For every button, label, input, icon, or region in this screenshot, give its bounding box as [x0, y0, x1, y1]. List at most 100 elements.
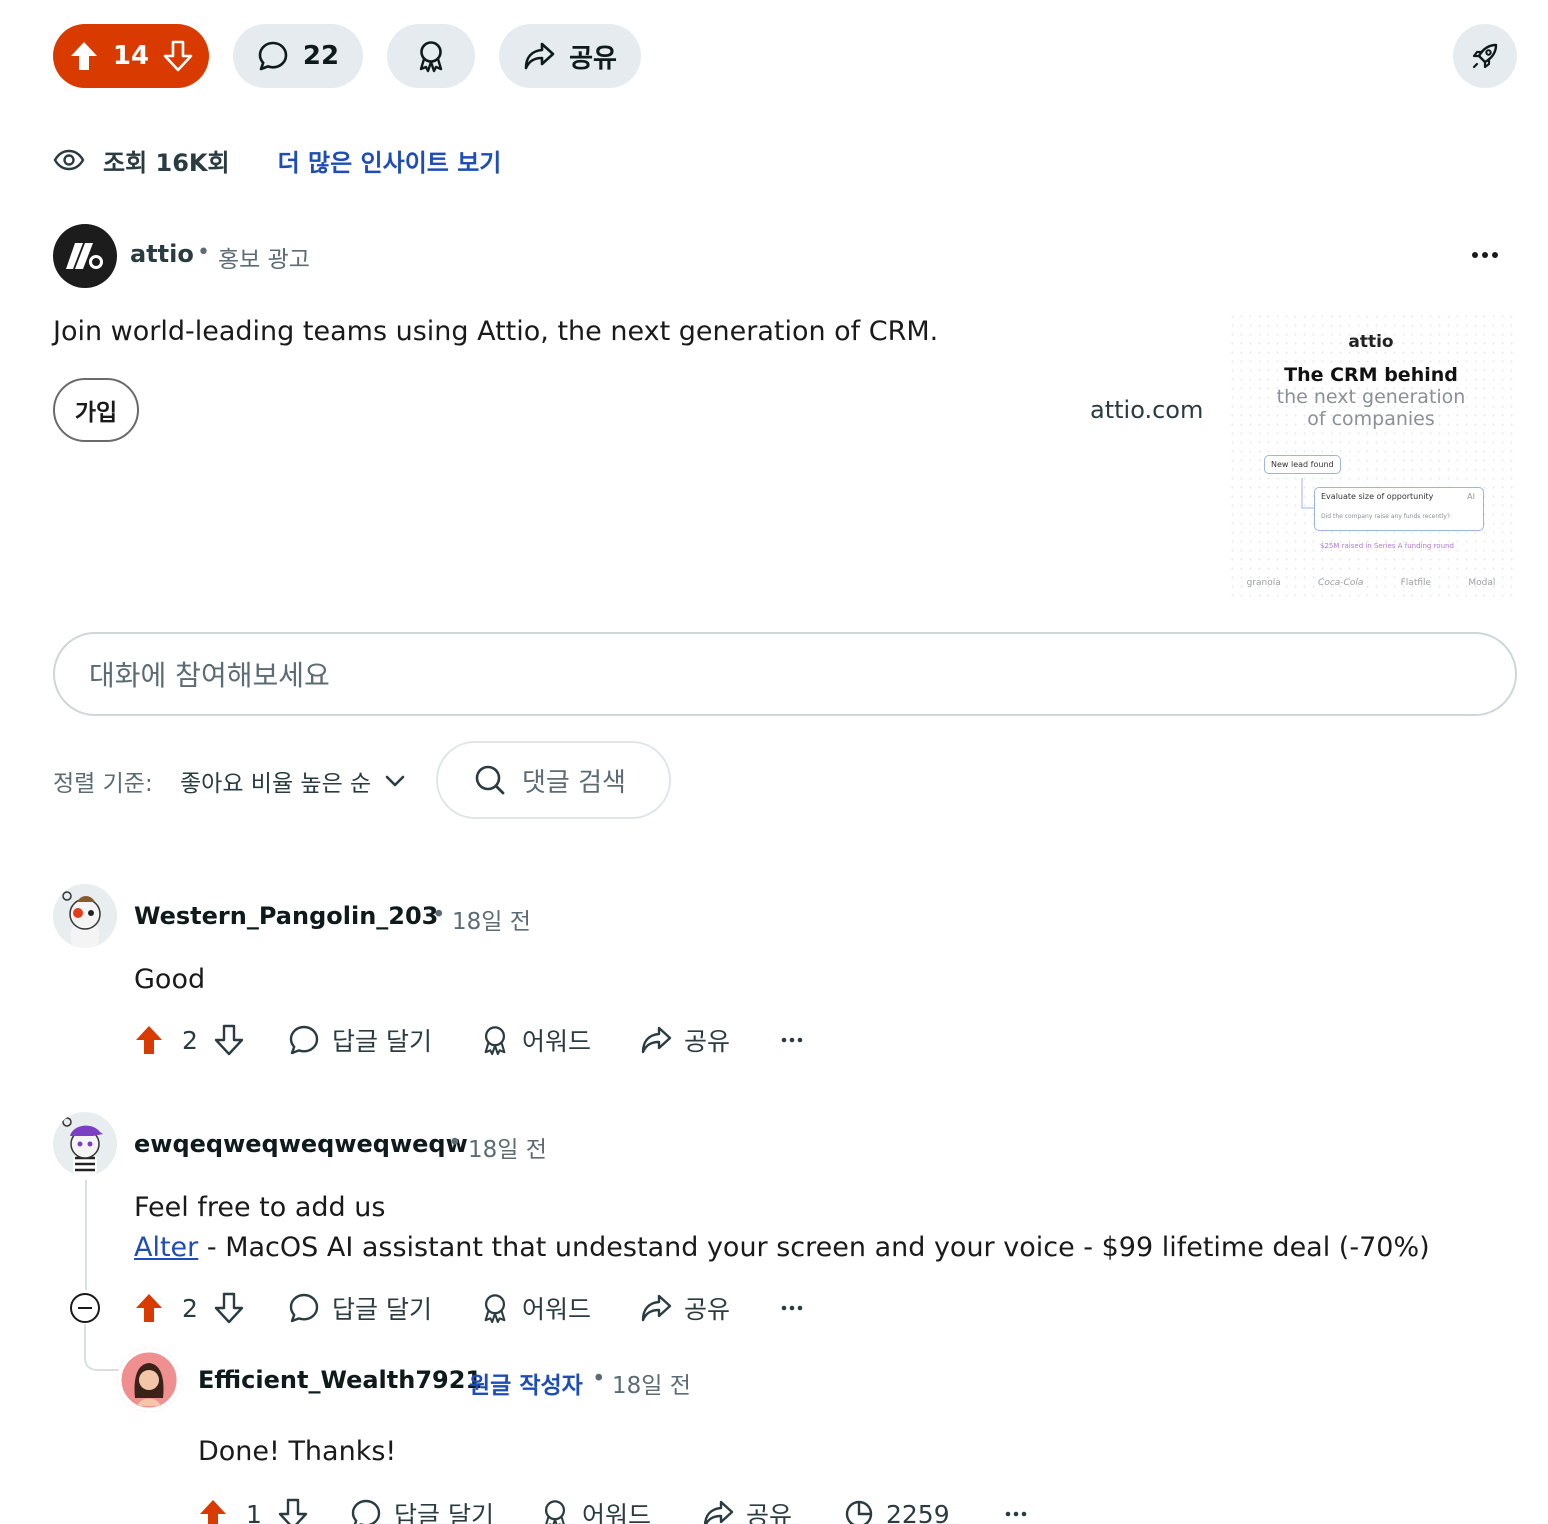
comment-actions: 2 답글 달기 어워드 공유 [134, 1018, 834, 1062]
comments-button[interactable]: 22 [233, 24, 363, 88]
avatar[interactable] [53, 884, 117, 948]
share-icon [523, 41, 555, 71]
share-button[interactable]: 공유 [702, 1492, 792, 1524]
reply-label: 답글 달기 [394, 1501, 494, 1524]
eye-icon [53, 149, 85, 171]
comment-composer-input[interactable]: 대화에 참여해보세요 [53, 632, 1517, 716]
view-count-button[interactable]: 2259 [844, 1492, 950, 1524]
comment-author[interactable]: ewqeqweqweqweqweqw [134, 1130, 468, 1158]
overflow-menu-button[interactable] [780, 1286, 804, 1330]
share-icon [702, 1499, 734, 1524]
upvote-icon[interactable] [134, 1024, 164, 1056]
advertiser-name[interactable]: attio [130, 240, 194, 268]
award-label: 어워드 [522, 1295, 592, 1324]
boost-button[interactable] [1453, 24, 1517, 88]
comment-score: 1 [246, 1499, 262, 1524]
comment-body-line: Feel free to add us [134, 1192, 386, 1223]
vote-control: 1 [198, 1492, 308, 1524]
comment-body-text: - MacOS AI assistant that undestand your… [198, 1232, 1430, 1263]
reply-label: 답글 달기 [332, 1027, 432, 1056]
comment-timestamp[interactable]: 18일 전 [468, 1130, 547, 1164]
meta-separator: • [432, 902, 446, 928]
upvote-icon[interactable] [134, 1292, 164, 1324]
comment-icon [288, 1292, 320, 1324]
comment-search-button[interactable]: 댓글 검색 [436, 741, 671, 819]
comments-count: 22 [302, 41, 340, 71]
promoted-label: 홍보 광고 [218, 247, 310, 273]
collapse-thread-button[interactable] [70, 1293, 100, 1323]
ad-overflow-button[interactable] [1466, 236, 1504, 274]
avatar[interactable] [53, 1112, 117, 1176]
award-icon [540, 1498, 570, 1524]
award-button[interactable]: 어워드 [480, 1286, 591, 1330]
more-horizontal-icon [1004, 1510, 1028, 1518]
post-vote-control: 14 [53, 24, 209, 88]
share-button[interactable]: 공유 [499, 24, 641, 88]
sort-dropdown[interactable]: 좋아요 비율 높은 순 [180, 764, 405, 798]
downvote-icon[interactable] [278, 1498, 308, 1524]
logo-coca-cola: Coca-Cola [1318, 578, 1364, 588]
comment-timestamp[interactable]: 18일 전 [452, 902, 531, 936]
award-button[interactable] [387, 24, 475, 88]
share-label: 공유 [684, 1295, 731, 1324]
share-button[interactable]: 공유 [640, 1286, 730, 1330]
more-horizontal-icon [780, 1036, 804, 1044]
more-horizontal-icon [780, 1304, 804, 1312]
comment-author[interactable]: Efficient_Wealth7921 [198, 1366, 482, 1394]
pie-chart-icon [844, 1499, 874, 1524]
rocket-icon [1469, 40, 1501, 72]
reply-button[interactable]: 답글 달기 [288, 1018, 432, 1062]
post-score: 14 [112, 41, 150, 71]
comment-link[interactable]: Alter [134, 1232, 198, 1263]
meta-separator: • [592, 1366, 606, 1392]
comment-actions: 2 답글 달기 어워드 공유 [134, 1286, 834, 1330]
share-label: 공유 [746, 1501, 793, 1524]
upvote-icon[interactable] [69, 40, 99, 72]
view-count: 조회 16K회 [103, 148, 230, 177]
ad-body-text[interactable]: Join world-leading teams using Attio, th… [53, 316, 938, 347]
reply-button[interactable]: 답글 달기 [288, 1286, 432, 1330]
comment-actions: 1 답글 달기 어워드 공유 2259 [198, 1492, 1038, 1524]
ad-box-question: Did the company raise any funds recently… [1321, 513, 1450, 520]
comment-author[interactable]: Western_Pangolin_203 [134, 902, 438, 930]
upvote-icon[interactable] [198, 1498, 228, 1524]
award-button[interactable]: 어워드 [480, 1018, 591, 1062]
share-label: 공유 [684, 1027, 731, 1056]
ad-customer-logos: granola Coca-Cola Flatfile Modal [1228, 578, 1514, 588]
meta-separator: • [448, 1130, 462, 1156]
comment-icon [257, 40, 289, 72]
sort-label: 정렬 기준: [53, 771, 153, 797]
downvote-icon[interactable] [214, 1292, 244, 1324]
sort-value: 좋아요 비율 높은 순 [180, 771, 372, 797]
downvote-icon[interactable] [214, 1024, 244, 1056]
award-button[interactable]: 어워드 [540, 1492, 651, 1524]
op-badge: 원글 작성자 [469, 1373, 583, 1399]
avatar[interactable] [117, 1348, 181, 1412]
downvote-icon[interactable] [163, 40, 193, 72]
meta-separator: • [197, 240, 210, 265]
share-icon [640, 1293, 672, 1323]
reply-button[interactable]: 답글 달기 [350, 1492, 494, 1524]
comment-timestamp[interactable]: 18일 전 [612, 1366, 691, 1400]
comment-icon [350, 1498, 382, 1524]
comment-body: Done! Thanks! [198, 1436, 397, 1467]
ad-box-new-lead: New lead found [1264, 455, 1341, 474]
logo-flatfile: Flatfile [1400, 578, 1432, 588]
share-button[interactable]: 공유 [640, 1018, 730, 1062]
comment-body: Good [134, 964, 206, 995]
ad-box-funding: $25M raised in Series A funding round [1320, 542, 1454, 550]
overflow-menu-button[interactable] [780, 1018, 804, 1062]
thread-line[interactable] [85, 1180, 87, 1290]
more-insights-link[interactable]: 더 많은 인사이트 보기 [278, 143, 502, 178]
logo-modal: Modal [1468, 578, 1496, 588]
ad-creative-image[interactable]: attio The CRM behind the next generation… [1228, 312, 1514, 600]
insights-row: 조회 16K회 더 많은 인사이트 보기 [53, 140, 501, 180]
advertiser-avatar[interactable] [53, 224, 117, 288]
award-icon [480, 1024, 510, 1056]
overflow-menu-button[interactable] [1004, 1492, 1028, 1524]
comment-search-label: 댓글 검색 [522, 767, 626, 798]
ad-domain-link[interactable]: attio.com [1090, 396, 1203, 424]
award-icon [415, 39, 447, 73]
comment-score: 2 [182, 1293, 198, 1323]
ad-cta-button[interactable]: 가입 [53, 378, 139, 442]
